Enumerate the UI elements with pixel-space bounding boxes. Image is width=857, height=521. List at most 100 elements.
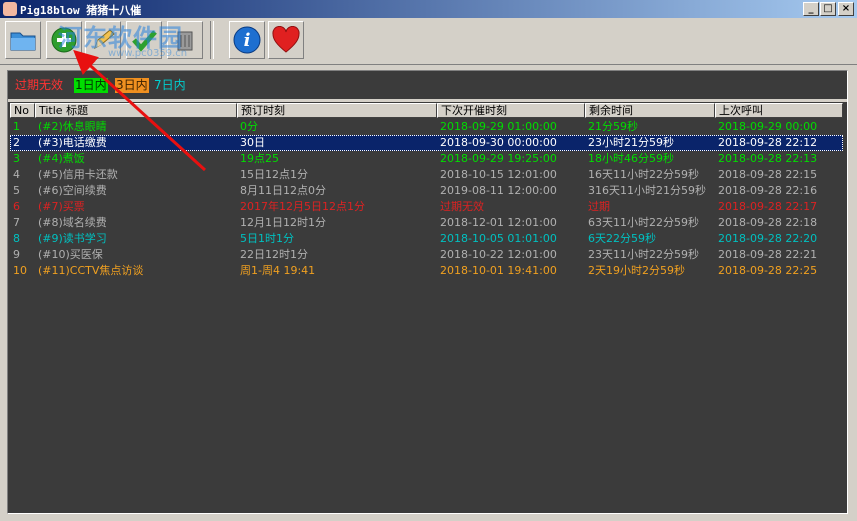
- title-bar: Pig18blow 猪猪十八催 _ □ ×: [0, 0, 857, 18]
- cell-no: 7: [13, 216, 20, 229]
- heart-icon: [272, 26, 300, 53]
- table-row[interactable]: 8 (#9)读书学习 5日1时1分 2018-10-05 01:01:00 6天22分5…: [10, 231, 843, 247]
- cell-last: 2018-09-28 22:12: [718, 136, 818, 149]
- cell-no: 8: [13, 232, 20, 245]
- cell-last: 2018-09-28 22:15: [718, 168, 818, 181]
- cell-title: (#5)信用卡还款: [38, 168, 118, 181]
- cell-title: (#11)CCTV焦点访谈: [38, 264, 144, 277]
- cell-no: 4: [13, 168, 20, 181]
- cell-preset: 0分: [240, 120, 258, 133]
- minimize-button[interactable]: _: [803, 2, 819, 16]
- cell-remain: 过期: [588, 200, 610, 213]
- column-header-no[interactable]: No: [10, 103, 35, 118]
- toolbar-separator: [210, 21, 214, 59]
- cell-remain: 23小时21分59秒: [588, 136, 674, 149]
- cell-remain: 18小时46分59秒: [588, 152, 674, 165]
- cell-title: (#10)买医保: [38, 248, 103, 261]
- svg-text:i: i: [244, 30, 251, 51]
- cell-title: (#9)读书学习: [38, 232, 107, 245]
- cell-preset: 15日12点1分: [240, 168, 308, 181]
- cell-preset: 5日1时1分: [240, 232, 294, 245]
- cell-no: 9: [13, 248, 20, 261]
- table-row[interactable]: 6 (#7)买票 2017年12月5日12点1分 过期无效 过期 2018-09-28 2…: [10, 199, 843, 215]
- table-row[interactable]: 5 (#6)空间续费 8月11日12点0分 2019-08-11 12:00:00 31…: [10, 183, 843, 199]
- cell-remain: 23天11小时22分59秒: [588, 248, 699, 261]
- cell-title: (#6)空间续费: [38, 184, 107, 197]
- cell-next: 2019-08-11 12:00:00: [440, 184, 557, 197]
- column-header-last[interactable]: 上次呼叫: [715, 103, 843, 118]
- info-icon: i: [233, 26, 261, 54]
- cell-no: 1: [13, 120, 20, 133]
- cell-last: 2018-09-28 22:13: [718, 152, 818, 165]
- cell-no: 5: [13, 184, 20, 197]
- legend-expired: 过期无效: [15, 78, 64, 92]
- cell-next: 2018-10-01 19:41:00: [440, 264, 557, 277]
- cell-remain: 6天22分59秒: [588, 232, 656, 245]
- legend-3-day: 3日内: [115, 78, 149, 93]
- cell-title: (#3)电话缴费: [38, 136, 107, 149]
- cell-next: 2018-10-05 01:01:00: [440, 232, 557, 245]
- cell-last: 2018-09-28 22:18: [718, 216, 818, 229]
- divider: [8, 99, 847, 102]
- cell-no: 10: [13, 264, 27, 277]
- column-header-title[interactable]: Title 标题: [35, 103, 237, 118]
- cell-last: 2018-09-28 22:17: [718, 200, 818, 213]
- cell-next: 2018-09-29 19:25:00: [440, 152, 557, 165]
- table-row[interactable]: 4 (#5)信用卡还款 15日12点1分 2018-10-15 12:01:00 16天…: [10, 167, 843, 183]
- table-row[interactable]: 9 (#10)买医保 22日12时1分 2018-10-22 12:01:00 23天1…: [10, 247, 843, 263]
- cell-next: 2018-10-15 12:01:00: [440, 168, 557, 181]
- column-header-next[interactable]: 下次开催时刻: [437, 103, 585, 118]
- cell-preset: 8月11日12点0分: [240, 184, 326, 197]
- cell-preset: 12月1日12时1分: [240, 216, 326, 229]
- cell-remain: 16天11小时22分59秒: [588, 168, 699, 181]
- legend-bar: 过期无效 1日内 3日内 7日内: [8, 71, 847, 99]
- cell-preset: 19点25: [240, 152, 279, 165]
- legend-7-day: 7日内: [154, 78, 186, 92]
- cell-title: (#4)煮饭: [38, 152, 85, 165]
- cell-preset: 周1-周4 19:41: [240, 264, 316, 277]
- cell-preset: 2017年12月5日12点1分: [240, 200, 365, 213]
- cell-last: 2018-09-28 22:25: [718, 264, 818, 277]
- window-title: Pig18blow 猪猪十八催: [20, 4, 142, 17]
- cell-next: 过期无效: [440, 200, 484, 213]
- pig-app-icon: [3, 2, 17, 16]
- toolbar: i 河东软件园 www.pc0359.cn: [0, 18, 857, 65]
- folder-icon: [10, 32, 36, 51]
- cell-last: 2018-09-28 22:21: [718, 248, 818, 261]
- cell-title: (#2)休息眼睛: [38, 120, 107, 133]
- cell-no: 3: [13, 152, 20, 165]
- table-row[interactable]: 7 (#8)域名续费 12月1日12时1分 2018-12-01 12:01:00 63…: [10, 215, 843, 231]
- cell-remain: 316天11小时21分59秒: [588, 184, 706, 197]
- table-row[interactable]: 2 (#3)电话缴费 30日 2018-09-30 00:00:00 23小时21分59…: [10, 135, 843, 151]
- cell-last: 2018-09-29 00:00: [718, 120, 818, 133]
- maximize-button[interactable]: □: [820, 2, 836, 16]
- column-header-remain[interactable]: 剩余时间: [585, 103, 715, 118]
- cell-next: 2018-09-30 00:00:00: [440, 136, 557, 149]
- cell-no: 6: [13, 200, 20, 213]
- cell-remain: 21分59秒: [588, 120, 638, 133]
- cell-title: (#8)域名续费: [38, 216, 107, 229]
- table-row[interactable]: 10 (#11)CCTV焦点访谈 周1-周4 19:41 2018-10-01 19:…: [10, 263, 843, 279]
- cell-last: 2018-09-28 22:20: [718, 232, 818, 245]
- legend-1-day: 1日内: [74, 78, 108, 93]
- cell-title: (#7)买票: [38, 200, 85, 213]
- main-panel: 过期无效 1日内 3日内 7日内 No Title 标题 预订时刻 下次开催时刻…: [7, 70, 848, 514]
- open-button[interactable]: [5, 21, 41, 59]
- cell-next: 2018-10-22 12:01:00: [440, 248, 557, 261]
- close-button[interactable]: ×: [838, 2, 854, 16]
- cell-preset: 22日12时1分: [240, 248, 308, 261]
- reminder-table: No Title 标题 预订时刻 下次开催时刻 剩余时间 上次呼叫 1 (#2)休…: [10, 103, 843, 508]
- table-header: No Title 标题 预订时刻 下次开催时刻 剩余时间 上次呼叫: [10, 103, 843, 118]
- cell-no: 2: [13, 136, 20, 149]
- cell-preset: 30日: [240, 136, 265, 149]
- cell-next: 2018-09-29 01:00:00: [440, 120, 557, 133]
- favorite-button[interactable]: [268, 21, 304, 59]
- cell-remain: 2天19小时2分59秒: [588, 264, 685, 277]
- table-row[interactable]: 3 (#4)煮饭 19点25 2018-09-29 19:25:00 18小时46分59…: [10, 151, 843, 167]
- column-header-preset[interactable]: 预订时刻: [237, 103, 437, 118]
- cell-remain: 63天11小时22分59秒: [588, 216, 699, 229]
- cell-last: 2018-09-28 22:16: [718, 184, 818, 197]
- cell-next: 2018-12-01 12:01:00: [440, 216, 557, 229]
- info-button[interactable]: i: [229, 21, 265, 59]
- table-row[interactable]: 1 (#2)休息眼睛 0分 2018-09-29 01:00:00 21分59秒 2018…: [10, 119, 843, 135]
